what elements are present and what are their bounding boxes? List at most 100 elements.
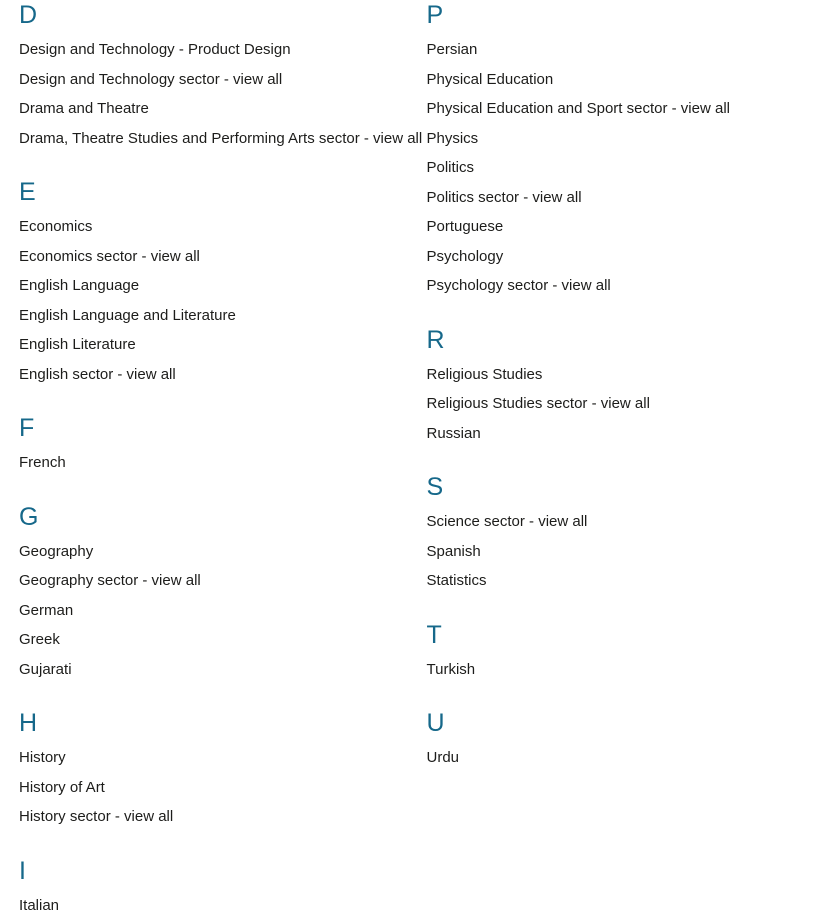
list-item: Geography sector - view all bbox=[19, 566, 399, 596]
list-item: English Language bbox=[19, 271, 399, 301]
az-letter-heading-p: P bbox=[427, 0, 808, 30]
subject-link[interactable]: Greek bbox=[19, 631, 60, 648]
az-group-s: S Science sector - view all Spanish Statist… bbox=[427, 472, 808, 596]
az-group-r: R Religious Studies Religious Studies sect… bbox=[427, 325, 808, 449]
az-subject-list-d: Design and Technology - Product Design De… bbox=[19, 35, 399, 153]
list-item: Psychology bbox=[427, 242, 808, 272]
subject-link[interactable]: Spanish bbox=[427, 543, 481, 560]
az-subject-list-t: Turkish bbox=[427, 655, 808, 685]
subject-link[interactable]: Urdu bbox=[427, 749, 460, 766]
subject-link[interactable]: History bbox=[19, 749, 66, 766]
list-item: Turkish bbox=[427, 655, 808, 685]
subject-link[interactable]: Portuguese bbox=[427, 218, 504, 235]
subject-link[interactable]: Geography sector - view all bbox=[19, 572, 201, 589]
az-letter-heading-s: S bbox=[427, 472, 808, 502]
list-item: English sector - view all bbox=[19, 360, 399, 390]
subject-link[interactable]: History sector - view all bbox=[19, 808, 173, 825]
subject-link[interactable]: English sector - view all bbox=[19, 366, 176, 383]
subject-link[interactable]: Drama and Theatre bbox=[19, 100, 149, 117]
list-item: Urdu bbox=[427, 743, 808, 773]
list-item: Physical Education and Sport sector - vi… bbox=[427, 94, 808, 124]
az-group-t: T Turkish bbox=[427, 620, 808, 685]
subject-link[interactable]: English Language bbox=[19, 277, 139, 294]
list-item: German bbox=[19, 596, 399, 626]
az-subject-list-h: History History of Art History sector - vi… bbox=[19, 743, 399, 832]
az-group-g: G Geography Geography sector - view all Ger… bbox=[19, 502, 399, 685]
subject-link[interactable]: Economics bbox=[19, 218, 92, 235]
subject-link[interactable]: Drama, Theatre Studies and Performing Ar… bbox=[19, 130, 422, 147]
list-item: Politics sector - view all bbox=[427, 183, 808, 213]
subject-link[interactable]: Statistics bbox=[427, 572, 487, 589]
subject-az-listing: DDesign and Technology - Product DesignD… bbox=[0, 0, 817, 905]
list-item: History sector - view all bbox=[19, 802, 399, 832]
list-item: Design and Technology - Product Design bbox=[19, 35, 399, 65]
subject-link[interactable]: Politics sector - view all bbox=[427, 189, 582, 206]
list-item: French bbox=[19, 448, 399, 478]
az-group-u: U Urdu bbox=[427, 708, 808, 773]
az-subject-list-f: French bbox=[19, 448, 399, 478]
list-item: English Literature bbox=[19, 330, 399, 360]
subject-link[interactable]: Design and Technology - Product Design bbox=[19, 41, 291, 58]
subject-link[interactable]: Psychology sector - view all bbox=[427, 277, 611, 294]
az-letter-heading-u: U bbox=[427, 708, 808, 738]
az-column-right: P Persian Physical Education Physical Educa… bbox=[409, 0, 817, 773]
az-letter-heading-r: R bbox=[427, 325, 808, 355]
az-letter-heading-h: H bbox=[19, 708, 399, 738]
az-letter-heading-g: G bbox=[19, 502, 399, 532]
list-item: Italian bbox=[19, 891, 399, 920]
subject-link[interactable]: Gujarati bbox=[19, 661, 72, 678]
list-item: Economics bbox=[19, 212, 399, 242]
list-item: Politics bbox=[427, 153, 808, 183]
subject-link[interactable]: Design and Technology sector - view all bbox=[19, 71, 282, 88]
subject-link[interactable]: English Language and Literature bbox=[19, 307, 236, 324]
list-item: History of Art bbox=[19, 773, 399, 803]
subject-link[interactable]: Physical Education bbox=[427, 71, 554, 88]
subject-link[interactable]: English Literature bbox=[19, 336, 136, 353]
list-item: Physics bbox=[427, 124, 808, 154]
az-group-f: F French bbox=[19, 413, 399, 478]
az-group-h: H History History of Art History sector - v… bbox=[19, 708, 399, 832]
az-group-e: EEconomicsEconomics sector - view allEng… bbox=[19, 177, 399, 389]
list-item: Religious Studies bbox=[427, 360, 808, 390]
az-column-left: DDesign and Technology - Product DesignD… bbox=[0, 0, 409, 920]
az-subject-list-i: Italian bbox=[19, 891, 399, 920]
list-item: Spanish bbox=[427, 537, 808, 567]
subject-link[interactable]: Economics sector - view all bbox=[19, 248, 200, 265]
subject-link[interactable]: Persian bbox=[427, 41, 478, 58]
subject-link[interactable]: Russian bbox=[427, 425, 481, 442]
subject-link[interactable]: French bbox=[19, 454, 66, 471]
subject-link[interactable]: German bbox=[19, 602, 73, 619]
list-item: Russian bbox=[427, 419, 808, 449]
az-subject-list-s: Science sector - view all Spanish Statisti… bbox=[427, 507, 808, 596]
list-item: Science sector - view all bbox=[427, 507, 808, 537]
subject-link[interactable]: Science sector - view all bbox=[427, 513, 588, 530]
subject-link[interactable]: Turkish bbox=[427, 661, 476, 678]
list-item: Physical Education bbox=[427, 65, 808, 95]
list-item: Greek bbox=[19, 625, 399, 655]
list-item: Economics sector - view all bbox=[19, 242, 399, 272]
subject-link[interactable]: History of Art bbox=[19, 779, 105, 796]
list-item: Gujarati bbox=[19, 655, 399, 685]
list-item: Design and Technology sector - view all bbox=[19, 65, 399, 95]
list-item: Persian bbox=[427, 35, 808, 65]
subject-link[interactable]: Geography bbox=[19, 543, 93, 560]
az-letter-heading-d: D bbox=[19, 0, 399, 30]
subject-link[interactable]: Politics bbox=[427, 159, 475, 176]
subject-link[interactable]: Physics bbox=[427, 130, 479, 147]
subject-link[interactable]: Religious Studies bbox=[427, 366, 543, 383]
list-item: Psychology sector - view all bbox=[427, 271, 808, 301]
az-subject-list-p: Persian Physical Education Physical Educat… bbox=[427, 35, 808, 301]
list-item: English Language and Literature bbox=[19, 301, 399, 331]
az-letter-heading-f: F bbox=[19, 413, 399, 443]
subject-link[interactable]: Religious Studies sector - view all bbox=[427, 395, 650, 412]
subject-link[interactable]: Physical Education and Sport sector - vi… bbox=[427, 100, 730, 117]
list-item: Drama, Theatre Studies and Performing Ar… bbox=[19, 124, 399, 154]
subject-link[interactable]: Psychology bbox=[427, 248, 504, 265]
az-group-d: DDesign and Technology - Product DesignD… bbox=[19, 0, 399, 153]
az-subject-list-g: Geography Geography sector - view all Germ… bbox=[19, 537, 399, 685]
az-letter-heading-t: T bbox=[427, 620, 808, 650]
az-subject-list-u: Urdu bbox=[427, 743, 808, 773]
az-subject-list-e: Economics Economics sector - view all Engl… bbox=[19, 212, 399, 389]
subject-link[interactable]: Italian bbox=[19, 897, 59, 914]
list-item: Geography bbox=[19, 537, 399, 567]
